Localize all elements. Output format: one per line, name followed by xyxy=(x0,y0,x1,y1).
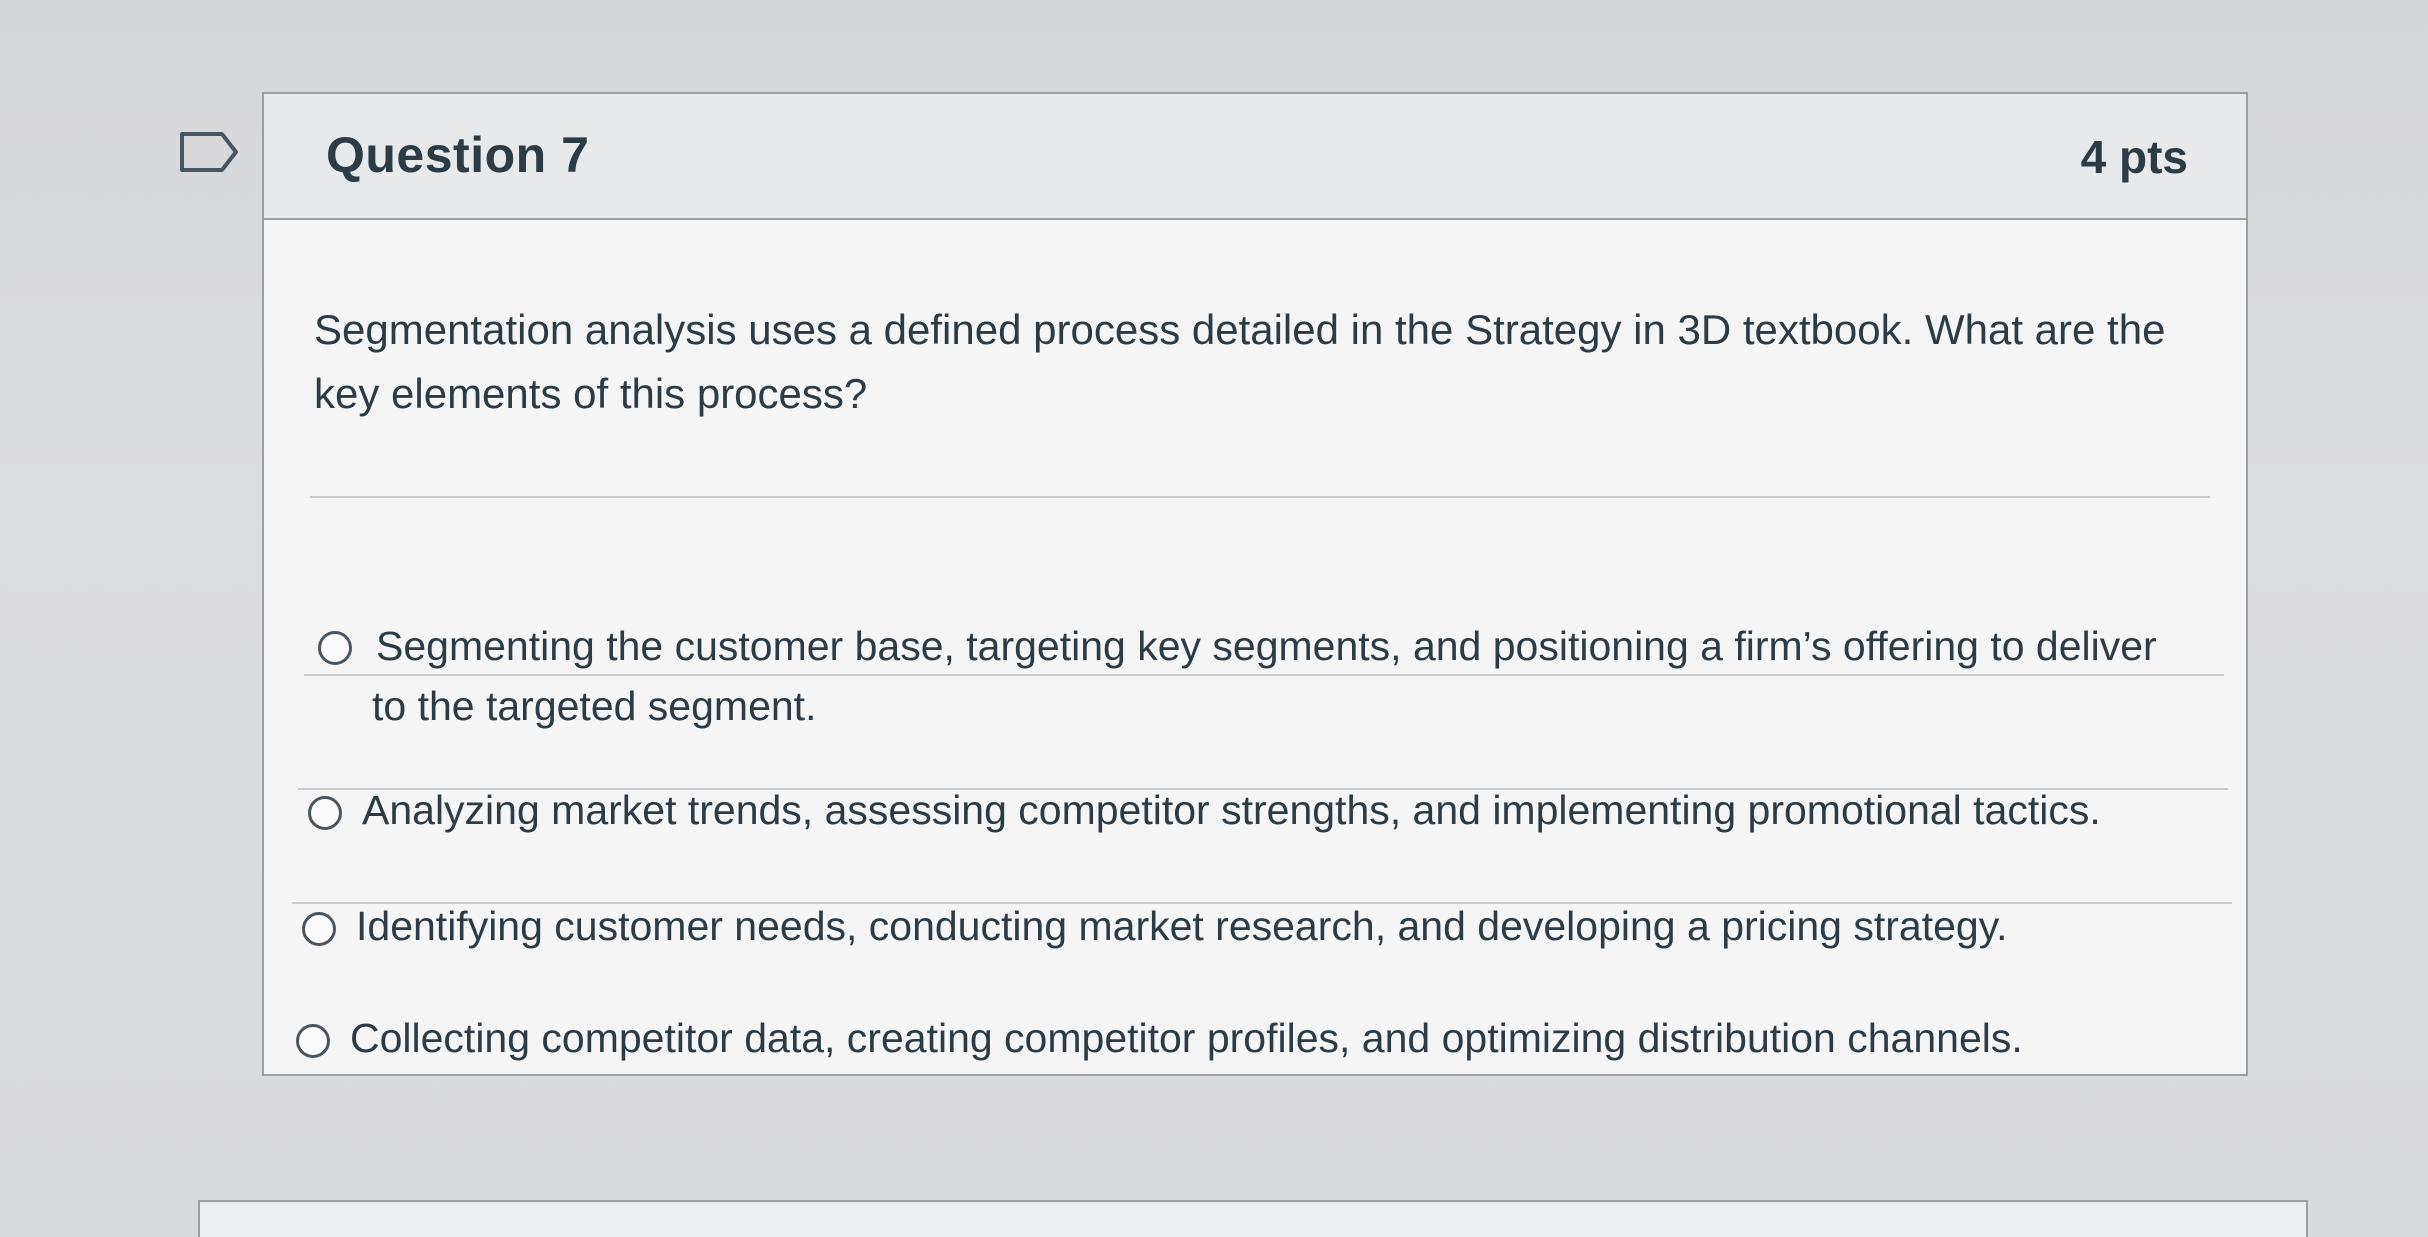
radio-button[interactable] xyxy=(318,631,352,665)
question-points: 4 pts xyxy=(2080,131,2188,183)
flag-question-icon[interactable] xyxy=(178,130,242,174)
question-header: Question 7 4 pts xyxy=(264,94,2246,220)
answer-label: Collecting competitor data, creating com… xyxy=(350,1015,2023,1061)
divider xyxy=(298,788,2228,790)
answer-option[interactable]: Segmenting the customer base, targeting … xyxy=(264,524,2246,729)
answer-option[interactable]: Analyzing market trends, assessing compe… xyxy=(264,684,2246,833)
answer-option[interactable]: Collecting competitor data, creating com… xyxy=(264,912,2246,1061)
divider xyxy=(304,674,2224,676)
question-text: Segmentation analysis uses a defined pro… xyxy=(314,306,2166,417)
divider xyxy=(292,902,2232,904)
question-card: Question 7 4 pts Segmentation analysis u… xyxy=(262,92,2248,1076)
divider xyxy=(310,496,2210,498)
question-title: Question 7 xyxy=(326,127,590,183)
answer-option[interactable]: Identifying customer needs, conducting m… xyxy=(264,798,2246,949)
radio-button[interactable] xyxy=(296,1024,330,1058)
next-question-card xyxy=(198,1200,2308,1237)
